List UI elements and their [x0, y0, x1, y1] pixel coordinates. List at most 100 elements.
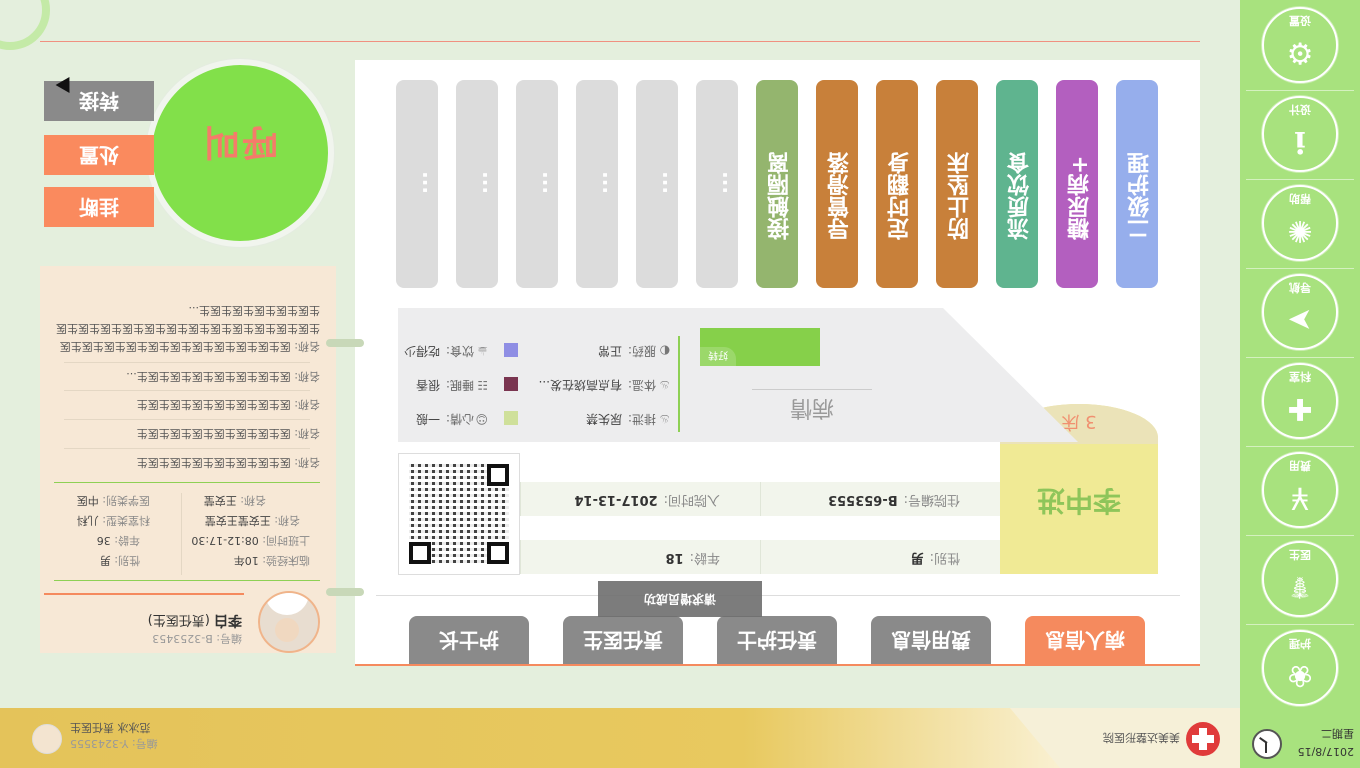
- doctor-code-value: B-3253453: [152, 632, 213, 645]
- food-icon: ☕: [477, 344, 488, 358]
- admit-label: 入院时间:: [663, 492, 720, 507]
- note-value: 医生医生医生医生医生医生医生: [136, 427, 291, 440]
- order-card[interactable]: 二级护理: [1116, 80, 1158, 288]
- qr-corner: [487, 464, 509, 486]
- note-divider: [64, 390, 310, 391]
- doctor-panel: 编号: B-3253453 李白 (责任医生) 性别: 男 临床经验: 10年 …: [40, 266, 336, 653]
- order-card[interactable]: 防止坠床: [936, 80, 978, 288]
- doctor-header: 编号: B-3253453 李白 (责任医生): [40, 591, 336, 653]
- qr-corner: [409, 542, 431, 564]
- info-row-2: 住院编号: B-653553 入院时间: 2017-13-14: [520, 482, 1000, 516]
- order-label: 定时翻身: [888, 152, 913, 240]
- qr-code[interactable]: [398, 453, 520, 575]
- order-card[interactable]: 导管滑落: [816, 80, 858, 288]
- doc-shift-label: 上班时间:: [262, 534, 310, 547]
- hangup-button[interactable]: 挂断: [44, 187, 154, 227]
- nav-item-4[interactable]: ➤ 导航: [1262, 274, 1338, 350]
- nav-item-0[interactable]: ❀ 护理: [1262, 630, 1338, 706]
- user-code: 编号: Y-3243555: [70, 737, 158, 750]
- condition-value: 正常: [597, 344, 622, 358]
- doc-name2-label: 名称:: [274, 514, 300, 527]
- order-card[interactable]: 接触隔离: [756, 80, 798, 288]
- age-label: 年龄:: [689, 550, 720, 565]
- nav-separator: [1246, 535, 1354, 536]
- condition-row: ♨排泄: 尿失禁: [502, 408, 670, 428]
- condition-label: 饮食:: [445, 344, 474, 358]
- doc-gender-label: 性别:: [114, 554, 140, 567]
- tab-4[interactable]: 护士长: [409, 616, 529, 664]
- nav-item-2[interactable]: ¥ 费用: [1262, 452, 1338, 528]
- patient-panel: 病人信息 费用信息 责任护士 责任医生 护士长 李中进 3 床 性别:男 年龄:18 住…: [355, 60, 1200, 666]
- order-card-empty[interactable]: ...: [516, 80, 558, 288]
- tab-2[interactable]: 责任护士: [717, 616, 837, 664]
- toilet-icon: ♨: [659, 412, 670, 426]
- order-card-empty[interactable]: ...: [696, 80, 738, 288]
- admit-value: 2017-13-14: [574, 492, 658, 507]
- tab-1[interactable]: 费用信息: [871, 616, 991, 664]
- note-label: 名称:: [294, 456, 320, 469]
- call-button[interactable]: 呼叫: [146, 59, 334, 247]
- doc-name3-label: 名称:: [240, 494, 266, 507]
- navigation-icon: ➤: [1287, 302, 1313, 337]
- doc-exp: 临床经验: 10年: [234, 553, 310, 569]
- nav-label: 设置: [1289, 14, 1311, 27]
- nav-item-6[interactable]: ℹ 设计: [1262, 96, 1338, 172]
- qr-corner: [487, 542, 509, 564]
- order-label: 防止坠床: [948, 152, 973, 240]
- tab-0[interactable]: 病人信息: [1025, 616, 1145, 664]
- doc-name3-value: 王安莹: [203, 494, 237, 507]
- call-label: 呼叫: [202, 121, 279, 162]
- note-label: 名称:: [294, 370, 320, 383]
- order-label: ...: [588, 171, 612, 194]
- bed-icon: ☷: [477, 378, 488, 392]
- order-label: 导管滑落: [828, 152, 853, 240]
- handle-button[interactable]: 处置: [44, 135, 154, 175]
- doctor-underline: [44, 593, 244, 595]
- corner-decoration: [0, 0, 50, 50]
- user-avatar[interactable]: [32, 724, 62, 754]
- doctor-note: 名称: 医生医生医生医生医生医生医生医生医生医生医生医生医生医生医生医生医生医生…: [50, 279, 320, 355]
- nav-item-5[interactable]: ✺ 帮助: [1262, 185, 1338, 261]
- order-card-empty[interactable]: ...: [396, 80, 438, 288]
- cross-icon: ✚: [1287, 391, 1313, 426]
- nav-separator: [1246, 268, 1354, 269]
- info-icon: ℹ: [1294, 124, 1306, 159]
- order-card-empty[interactable]: ...: [576, 80, 618, 288]
- gender-label: 性别:: [929, 550, 960, 565]
- doc-dept: 科室类型: 儿科: [77, 513, 150, 529]
- doc-age: 年龄: 36: [97, 533, 140, 549]
- tab-3[interactable]: 责任医生: [563, 616, 683, 664]
- condition-divider: [678, 336, 680, 432]
- order-card[interactable]: 定时翻身: [876, 80, 918, 288]
- toast-message: 请求增员成功: [598, 581, 762, 617]
- order-label: 二级护理: [1128, 152, 1153, 240]
- doctor-note: 名称: 医生医生医生医生医生医生医生: [50, 395, 320, 413]
- condition-panel: 病情 好转 ♨排泄:尿失禁 ☺心情:一般 ♨体温:有点高烧在发... ☷睡眠:很香 ◐服…: [398, 308, 1078, 442]
- clock-widget: 2017/8/15 星期二: [1244, 724, 1354, 762]
- nav-item-3[interactable]: ✚ 科室: [1262, 363, 1338, 439]
- doc-shift: 上班时间: 08:12-17:30: [191, 533, 310, 549]
- doctor-code-label: 编号:: [216, 632, 242, 645]
- order-card-empty[interactable]: ...: [636, 80, 678, 288]
- doc-cat-value: 中医: [76, 494, 99, 507]
- info-row-1: 性别: 男 年龄: 18: [520, 540, 1000, 574]
- condition-label: 心情:: [445, 412, 474, 426]
- condition-swatch: [504, 343, 518, 357]
- order-card-empty[interactable]: ...: [456, 80, 498, 288]
- doctor-avatar[interactable]: [258, 591, 320, 653]
- note-label: 名称:: [294, 427, 320, 440]
- nav-item-7[interactable]: ⚙ 设置: [1262, 7, 1338, 83]
- doctor-note: 名称: 医生医生医生医生医生医生医生: [50, 453, 320, 471]
- status-badge: 好转: [700, 328, 820, 366]
- order-card[interactable]: 糖尿病+: [1056, 80, 1098, 288]
- order-card[interactable]: 流质饮食: [996, 80, 1038, 288]
- order-label: ...: [648, 171, 672, 194]
- user-name: 范冰冰 责任医生: [70, 721, 151, 734]
- condition-row: ◐服药: 正常: [502, 340, 670, 360]
- nav-label: 护理: [1289, 637, 1311, 650]
- yen-icon: ¥: [1290, 480, 1310, 515]
- nav-label: 医生: [1289, 548, 1311, 561]
- doc-shift-value: 08:12-17:30: [191, 534, 259, 547]
- nav-item-1[interactable]: ☤ 医生: [1262, 541, 1338, 617]
- doc-age-value: 36: [96, 534, 111, 547]
